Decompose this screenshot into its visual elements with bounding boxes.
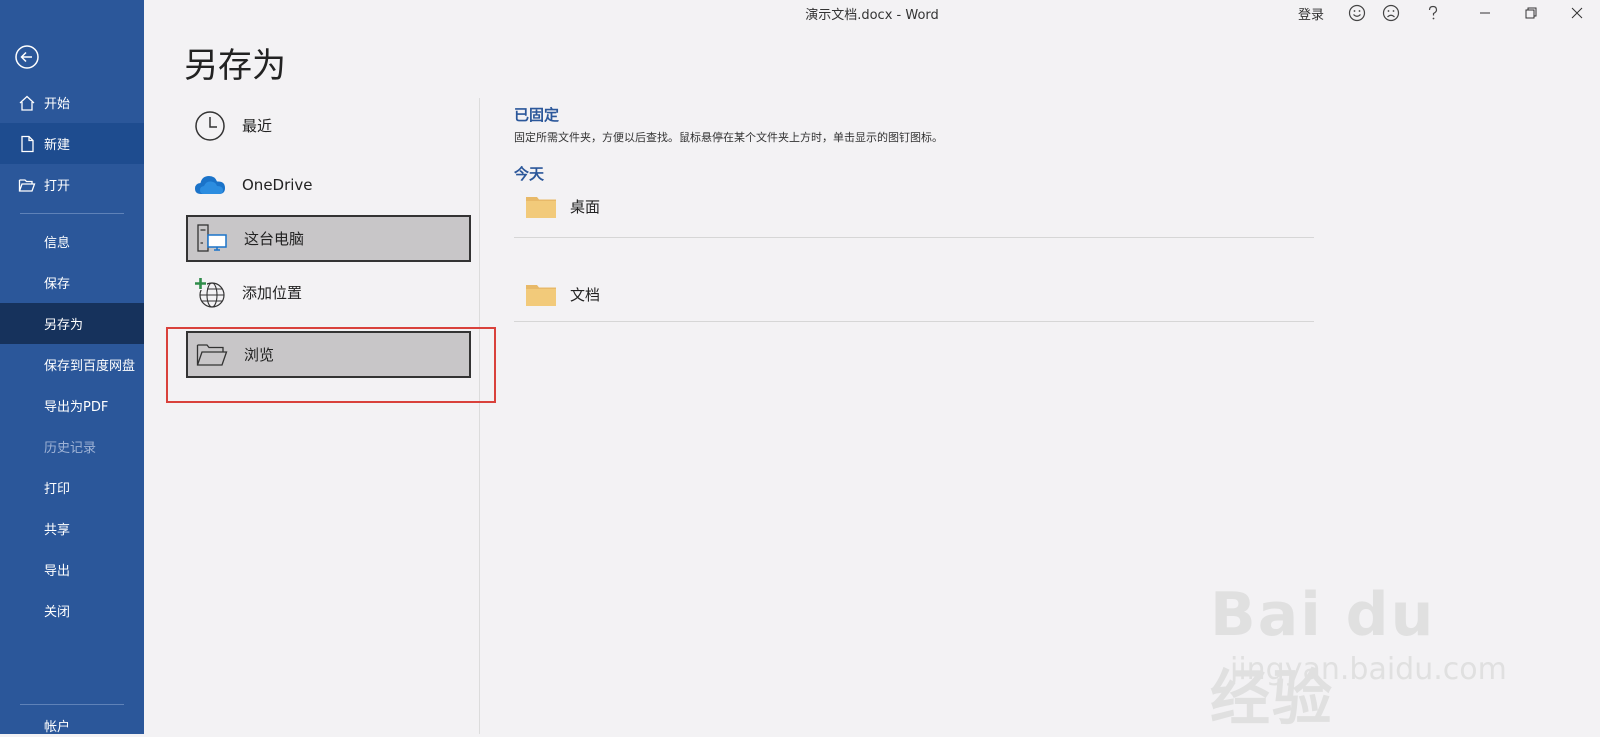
sidebar-item-print[interactable]: 打印 <box>0 467 144 508</box>
folder-name: 文档 <box>570 286 601 304</box>
watermark-url: jingyan.baidu.com <box>1230 652 1507 687</box>
sidebar-item-save-as[interactable]: 另存为 <box>0 303 144 344</box>
location-add-place[interactable]: 添加位置 <box>186 269 471 316</box>
folder-open-icon <box>18 178 36 192</box>
sidebar-item-export-pdf[interactable]: 导出为PDF <box>0 385 144 426</box>
page-title: 另存为 <box>184 46 286 86</box>
sidebar-item-label: 另存为 <box>44 318 84 333</box>
help-icon[interactable] <box>1422 2 1444 24</box>
sidebar-item-label: 历史记录 <box>44 441 97 456</box>
backstage-sidebar: 开始 新建 打开 信息 保存 另存为 保存到百度网盘 导出为PDF 历史记录 打… <box>0 0 144 734</box>
sidebar-item-info[interactable]: 信息 <box>0 221 144 262</box>
sidebar-item-history: 历史记录 <box>0 426 144 467</box>
minimize-icon <box>1480 12 1490 14</box>
close-icon <box>1571 7 1583 19</box>
folder-name: 桌面 <box>570 198 601 216</box>
location-this-pc[interactable]: 这台电脑 <box>186 215 471 262</box>
computer-icon <box>194 221 230 257</box>
restore-button[interactable] <box>1508 2 1554 24</box>
sidebar-item-label: 新建 <box>44 138 71 153</box>
pinned-description: 固定所需文件夹，方便以后查找。鼠标悬停在某个文件夹上方时，单击显示的图钉图标。 <box>514 131 943 144</box>
home-icon <box>19 95 35 111</box>
frown-feedback-icon[interactable] <box>1380 2 1402 24</box>
sidebar-item-label: 共享 <box>44 523 71 538</box>
minimize-button[interactable] <box>1462 2 1508 24</box>
sidebar-item-label: 导出为PDF <box>44 400 109 415</box>
location-onedrive[interactable]: OneDrive <box>186 161 471 208</box>
new-document-icon <box>21 135 34 152</box>
sidebar-item-save[interactable]: 保存 <box>0 262 144 303</box>
recent-folders-pane: 已固定 固定所需文件夹，方便以后查找。鼠标悬停在某个文件夹上方时，单击显示的图钉… <box>514 104 1314 322</box>
sidebar-item-label: 打印 <box>44 482 71 497</box>
back-button[interactable] <box>14 44 40 70</box>
cloud-icon <box>192 167 228 203</box>
save-locations: 最近 OneDrive 这台电脑 添加位置 浏览 <box>144 98 480 734</box>
sidebar-item-open[interactable]: 打开 <box>0 164 144 205</box>
sidebar-item-export[interactable]: 导出 <box>0 549 144 590</box>
location-browse[interactable]: 浏览 <box>186 331 471 378</box>
sidebar-item-account[interactable]: 帐户 <box>0 713 144 734</box>
smile-feedback-icon[interactable] <box>1346 2 1368 24</box>
sidebar-item-label: 导出 <box>44 564 71 579</box>
back-arrow-icon <box>15 45 39 69</box>
close-window-button[interactable] <box>1554 2 1600 24</box>
sidebar-item-share[interactable]: 共享 <box>0 508 144 549</box>
location-label: 这台电脑 <box>244 230 305 248</box>
sidebar-item-label: 保存 <box>44 277 71 292</box>
sidebar-item-label: 帐户 <box>44 720 71 734</box>
location-recent[interactable]: 最近 <box>186 102 471 149</box>
sign-in-link[interactable]: 登录 <box>1298 4 1324 23</box>
folder-row-desktop[interactable]: 桌面 <box>514 174 1314 238</box>
location-label: 最近 <box>242 117 273 135</box>
folder-row-documents[interactable]: 文档 <box>514 238 1314 322</box>
sidebar-divider <box>20 213 124 214</box>
sidebar-divider <box>20 704 124 705</box>
restore-icon <box>1525 7 1537 19</box>
folder-icon <box>526 285 556 306</box>
sidebar-item-new[interactable]: 新建 <box>0 123 144 164</box>
watermark-brand: Bai du 经验 <box>1210 580 1436 734</box>
sidebar-item-label: 保存到百度网盘 <box>44 359 136 374</box>
sidebar-item-save-to-baidu[interactable]: 保存到百度网盘 <box>0 344 144 385</box>
location-label: 添加位置 <box>242 284 303 302</box>
sidebar-item-close[interactable]: 关闭 <box>0 590 144 631</box>
sidebar-item-home[interactable]: 开始 <box>0 82 144 123</box>
globe-add-icon <box>192 275 228 311</box>
location-label: OneDrive <box>242 175 313 194</box>
folder-open-icon <box>194 337 230 373</box>
sidebar-item-label: 开始 <box>44 97 71 112</box>
pinned-heading: 已固定 <box>514 106 560 124</box>
clock-icon <box>192 108 228 144</box>
sidebar-item-label: 打开 <box>44 179 71 194</box>
title-bar: 演示文档.docx - Word 登录 <box>144 0 1600 24</box>
sidebar-item-label: 信息 <box>44 236 71 251</box>
folder-icon <box>526 197 556 218</box>
title-bar-controls: 登录 <box>1298 2 1600 24</box>
location-label: 浏览 <box>244 346 275 364</box>
sidebar-item-label: 关闭 <box>44 605 71 620</box>
baidu-watermark: Bai du 经验 jingyan.baidu.com <box>1210 560 1510 734</box>
